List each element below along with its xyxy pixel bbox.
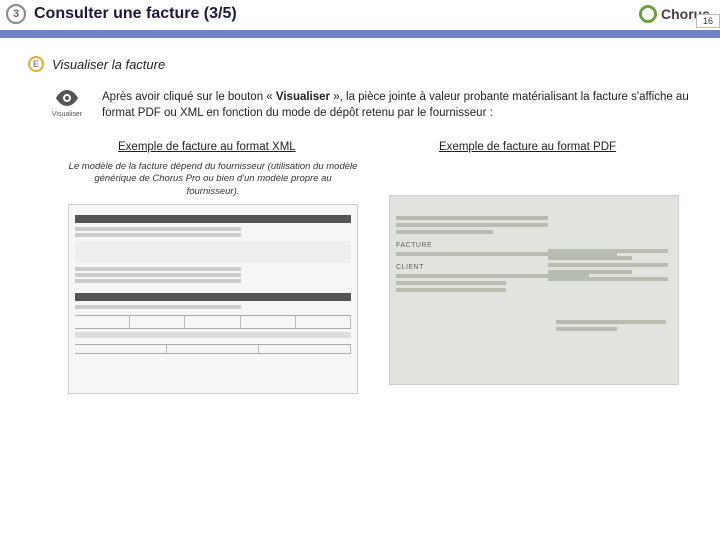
eye-label: Visualiser <box>52 111 82 118</box>
header-divider: 16 <box>0 30 720 38</box>
xml-invoice-thumbnail <box>68 204 358 394</box>
intro-text-a: Après avoir cliqué sur le bouton « <box>102 91 276 103</box>
page-header: 3 Consulter une facture (3/5) Chorus <box>0 0 720 30</box>
eye-icon <box>55 90 79 109</box>
intro-text: Après avoir cliqué sur le bouton « Visua… <box>102 90 700 121</box>
pdf-example-link[interactable]: Exemple de facture au format PDF <box>439 141 616 153</box>
step-letter-circle: E <box>28 56 44 72</box>
section-title: Visualiser la facture <box>52 57 165 72</box>
pdf-column: Exemple de facture au format PDF FACTURE… <box>389 139 700 394</box>
xml-example-link[interactable]: Exemple de facture au format XML <box>118 141 296 153</box>
pdf-invoice-thumbnail: FACTURE CLIENT <box>389 195 679 385</box>
page-title: Consulter une facture (3/5) <box>34 5 639 23</box>
intro-row: Visualiser Après avoir cliqué sur le bou… <box>46 90 700 121</box>
intro-text-bold: Visualiser <box>276 91 330 103</box>
xml-column: Exemple de facture au format XML Le modè… <box>68 139 379 394</box>
page-number: 16 <box>696 14 720 28</box>
visualize-button-thumb: Visualiser <box>46 90 88 118</box>
content-area: E Visualiser la facture Visualiser Après… <box>0 38 720 394</box>
examples-row: Exemple de facture au format XML Le modè… <box>68 139 700 394</box>
logo-ring-icon <box>639 5 657 23</box>
xml-note: Le modèle de la facture dépend du fourni… <box>68 161 358 198</box>
step-number-circle: 3 <box>6 4 26 24</box>
section-heading: E Visualiser la facture <box>28 56 700 72</box>
